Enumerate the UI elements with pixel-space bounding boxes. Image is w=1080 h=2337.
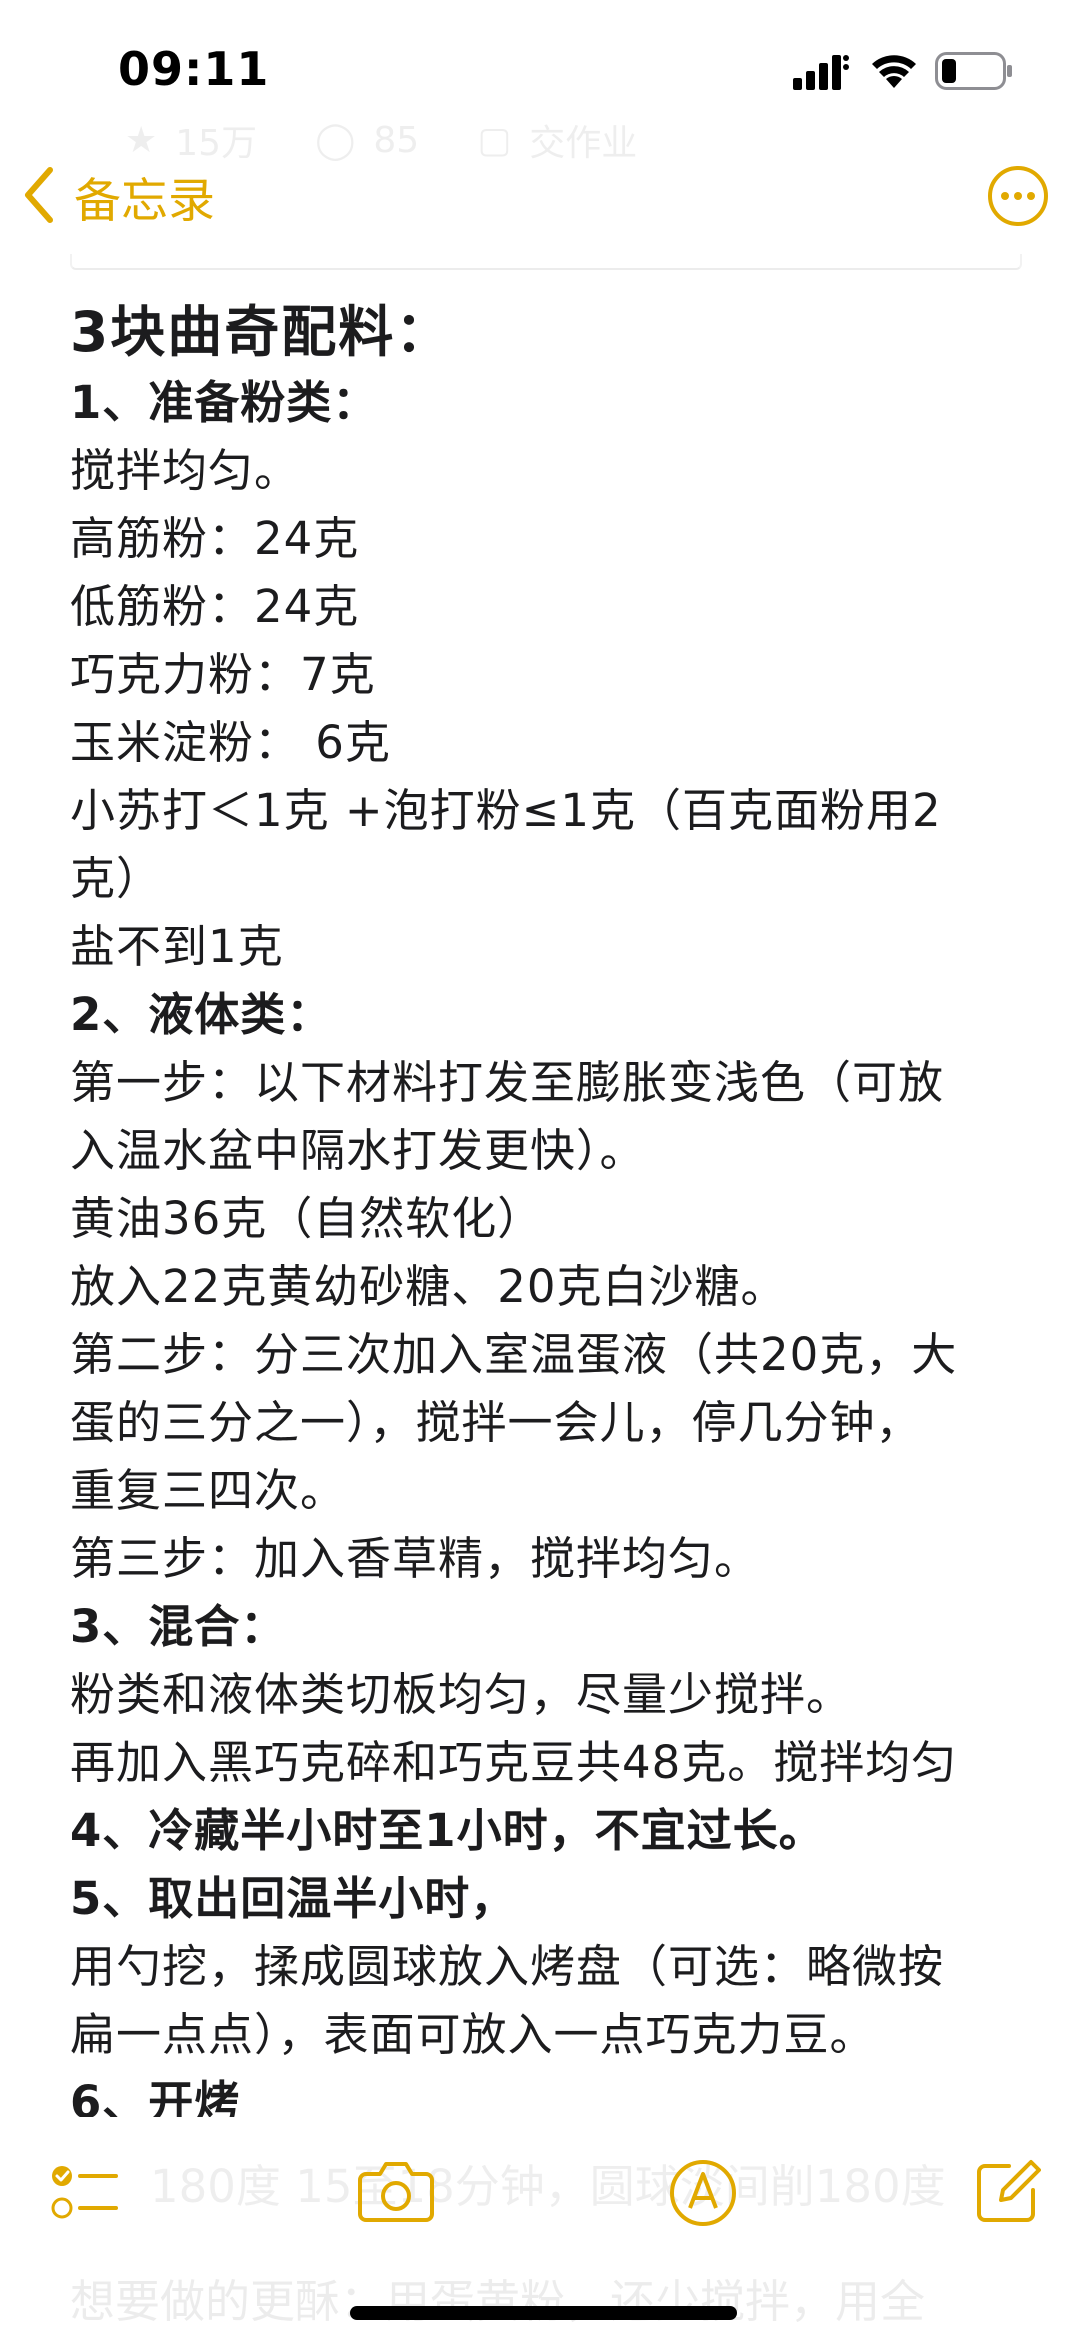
compose-icon	[975, 2160, 1041, 2228]
compose-button[interactable]	[975, 2158, 1041, 2228]
note-line: 蛋的三分之一），搅拌一会儿，停几分钟，	[70, 1396, 922, 1449]
note-line: 巧克力粉：7克	[70, 648, 376, 701]
note-line: 放入22克黄幼砂糖、20克白沙糖。	[70, 1260, 787, 1313]
image-bottom-edge	[70, 254, 1022, 270]
chevron-left-icon	[22, 166, 56, 228]
cellular-signal-icon	[793, 54, 851, 94]
note-line: 第三步：加入香草精，搅拌均匀。	[70, 1532, 761, 1585]
note-section-heading: 5、取出回温半小时，	[70, 1872, 517, 1925]
checklist-button[interactable]	[48, 2158, 120, 2230]
note-section-heading: 1、准备粉类：	[70, 376, 379, 429]
note-line: 高筋粉：24克	[70, 512, 360, 565]
note-section-heading: 3、混合：	[70, 1600, 287, 1653]
back-button[interactable]: 备忘录	[22, 162, 215, 231]
camera-button[interactable]	[358, 2158, 434, 2228]
note-line: 第一步：以下材料打发至膨胀变浅色（可放	[70, 1056, 945, 1109]
note-line: 再加入黑巧克碎和巧克豆共48克。搅拌均匀	[70, 1736, 958, 1789]
markup-button[interactable]	[668, 2158, 738, 2232]
home-indicator[interactable]	[350, 2306, 737, 2320]
note-line: 粉类和液体类切板均匀，尽量少搅拌。	[70, 1668, 853, 1721]
note-line: 玉米淀粉： 6克	[70, 716, 391, 769]
note-line: 第二步：分三次加入室温蛋液（共20克，大	[70, 1328, 958, 1381]
status-time: 09:11	[118, 42, 270, 96]
note-lines: 1、准备粉类： 搅拌均匀。高筋粉：24克 低筋粉：24克 巧克力粉：7克 玉米淀粉： 6…	[70, 369, 1030, 2117]
navigation-bar: 备忘录	[0, 150, 1080, 260]
note-line: 扁一点点），表面可放入一点巧克力豆。	[70, 2008, 876, 2061]
note-line: 盐不到1克	[70, 920, 284, 973]
wifi-icon	[870, 50, 918, 94]
note-body[interactable]: 3块曲奇配料： 1、准备粉类： 搅拌均匀。高筋粉：24克 低筋粉：24克 巧克力粉：7…	[70, 295, 1030, 2117]
note-line: 黄油36克（自然软化）	[70, 1192, 544, 1245]
hidden-line-bottom: 想要做的更酥：用蛋黄粉，还少搅拌，用全	[70, 2275, 926, 2328]
note-line: 搅拌均匀。	[70, 444, 301, 497]
markup-pen-icon	[668, 2160, 738, 2232]
note-title: 3块曲奇配料：	[70, 300, 453, 364]
note-line: 入温水盆中隔水打发更快）。	[70, 1124, 646, 1177]
back-label: 备忘录	[74, 174, 215, 229]
ellipsis-circle-icon	[986, 166, 1050, 232]
note-section-heading: 2、液体类：	[70, 988, 333, 1041]
more-button[interactable]	[986, 164, 1050, 232]
note-line: 用勺挖，揉成圆球放入烤盘（可选：略微按	[70, 1940, 945, 1993]
note-line: 克）	[70, 852, 163, 905]
note-section-heading: 6、开烤	[70, 2076, 241, 2117]
note-section-heading: 4、冷藏半小时至1小时，不宜过长。	[70, 1804, 825, 1857]
note-line: 小苏打＜1克 +泡打粉≤1克（百克面粉用2	[70, 784, 942, 837]
checklist-icon	[48, 2166, 120, 2230]
note-line: 低筋粉：24克	[70, 580, 360, 633]
battery-icon	[935, 52, 1015, 94]
note-line: 重复三四次。	[70, 1464, 347, 1517]
bottom-toolbar	[0, 2140, 1080, 2250]
camera-icon	[358, 2162, 434, 2228]
